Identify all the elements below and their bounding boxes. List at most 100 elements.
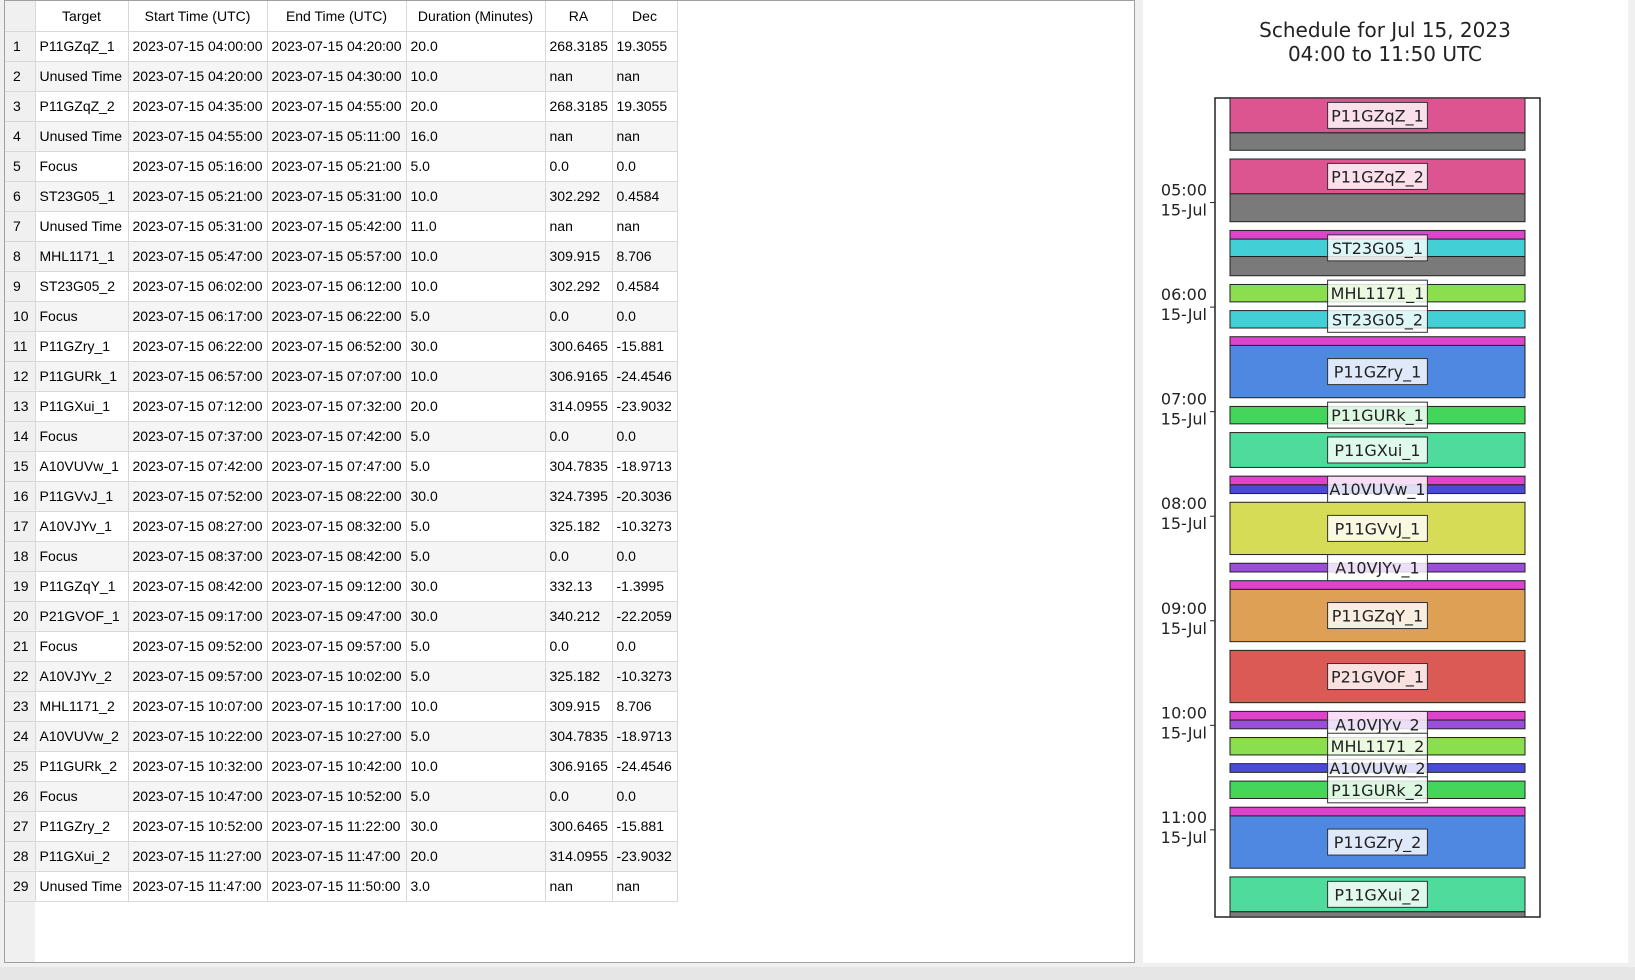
cell-end-time[interactable]: 2023-07-15 11:50:00 — [267, 871, 407, 902]
cell-start-time[interactable]: 2023-07-15 06:02:00 — [128, 271, 268, 302]
cell-ra[interactable]: 340.212 — [545, 601, 613, 632]
cell-start-time[interactable]: 2023-07-15 05:21:00 — [128, 181, 268, 212]
cell-end-time[interactable]: 2023-07-15 11:47:00 — [267, 841, 407, 872]
cell-ra[interactable]: 302.292 — [545, 181, 613, 212]
row-index[interactable]: 9 — [5, 271, 36, 302]
cell-target[interactable]: ST23G05_1 — [35, 181, 129, 212]
column-header-ra[interactable]: RA — [545, 1, 613, 32]
cell-end-time[interactable]: 2023-07-15 09:47:00 — [267, 601, 407, 632]
cell-end-time[interactable]: 2023-07-15 07:42:00 — [267, 421, 407, 452]
row-index[interactable]: 7 — [5, 211, 36, 242]
row-index[interactable]: 14 — [5, 421, 36, 452]
cell-dec[interactable]: -15.881 — [612, 811, 678, 842]
header-corner[interactable] — [5, 1, 36, 32]
cell-dec[interactable]: -24.4546 — [612, 751, 678, 782]
column-header-dec[interactable]: Dec — [612, 1, 678, 32]
table-row[interactable]: 21 Focus 2023-07-15 09:52:00 2023-07-15 09:… — [5, 631, 678, 662]
table-row[interactable]: 3 P11GZqZ_2 2023-07-15 04:35:00 2023-07-15 … — [5, 91, 678, 122]
cell-dec[interactable]: -10.3273 — [612, 511, 678, 542]
row-index[interactable]: 24 — [5, 721, 36, 752]
cell-start-time[interactable]: 2023-07-15 07:12:00 — [128, 391, 268, 422]
cell-ra[interactable]: 306.9165 — [545, 361, 613, 392]
cell-target[interactable]: P11GURk_2 — [35, 751, 129, 782]
cell-target[interactable]: MHL1171_2 — [35, 691, 129, 722]
cell-end-time[interactable]: 2023-07-15 04:20:00 — [267, 31, 407, 62]
row-index[interactable]: 13 — [5, 391, 36, 422]
cell-target[interactable]: P21GVOF_1 — [35, 601, 129, 632]
row-index[interactable]: 4 — [5, 121, 36, 152]
cell-ra[interactable]: 300.6465 — [545, 811, 613, 842]
cell-target[interactable]: Focus — [35, 301, 129, 332]
cell-duration[interactable]: 5.0 — [406, 421, 546, 452]
cell-duration[interactable]: 30.0 — [406, 331, 546, 362]
cell-ra[interactable]: 300.6465 — [545, 331, 613, 362]
cell-dec[interactable]: -22.2059 — [612, 601, 678, 632]
cell-dec[interactable]: 8.706 — [612, 241, 678, 272]
table-row[interactable]: 8 MHL1171_1 2023-07-15 05:47:00 2023-07-15 … — [5, 241, 678, 272]
cell-duration[interactable]: 10.0 — [406, 751, 546, 782]
cell-duration[interactable]: 5.0 — [406, 541, 546, 572]
cell-duration[interactable]: 10.0 — [406, 241, 546, 272]
cell-duration[interactable]: 5.0 — [406, 511, 546, 542]
cell-ra[interactable]: 324.7395 — [545, 481, 613, 512]
cell-start-time[interactable]: 2023-07-15 08:27:00 — [128, 511, 268, 542]
table-row[interactable]: 9 ST23G05_2 2023-07-15 06:02:00 2023-07-15 … — [5, 271, 678, 302]
cell-end-time[interactable]: 2023-07-15 10:02:00 — [267, 661, 407, 692]
cell-duration[interactable]: 5.0 — [406, 661, 546, 692]
cell-ra[interactable]: 0.0 — [545, 541, 613, 572]
table-row[interactable]: 16 P11GVvJ_1 2023-07-15 07:52:00 2023-07-15… — [5, 481, 678, 512]
cell-target[interactable]: P11GZry_1 — [35, 331, 129, 362]
cell-target[interactable]: P11GZqY_1 — [35, 571, 129, 602]
column-header-start-time[interactable]: Start Time (UTC) — [128, 1, 268, 32]
table-row[interactable]: 13 P11GXui_1 2023-07-15 07:12:00 2023-07-15… — [5, 391, 678, 422]
cell-dec[interactable]: -23.9032 — [612, 391, 678, 422]
cell-end-time[interactable]: 2023-07-15 09:12:00 — [267, 571, 407, 602]
cell-end-time[interactable]: 2023-07-15 10:27:00 — [267, 721, 407, 752]
cell-ra[interactable]: 302.292 — [545, 271, 613, 302]
cell-start-time[interactable]: 2023-07-15 09:52:00 — [128, 631, 268, 662]
cell-dec[interactable]: 0.0 — [612, 541, 678, 572]
table-row[interactable]: 5 Focus 2023-07-15 05:16:00 2023-07-15 05:2… — [5, 151, 678, 182]
column-header-duration[interactable]: Duration (Minutes) — [406, 1, 546, 32]
cell-dec[interactable]: -10.3273 — [612, 661, 678, 692]
table-row[interactable]: 26 Focus 2023-07-15 10:47:00 2023-07-15 10:… — [5, 781, 678, 812]
cell-start-time[interactable]: 2023-07-15 10:32:00 — [128, 751, 268, 782]
row-index[interactable]: 11 — [5, 331, 36, 362]
table-row[interactable]: 15 A10VUVw_1 2023-07-15 07:42:00 2023-07-15… — [5, 451, 678, 482]
column-header-target[interactable]: Target — [35, 1, 129, 32]
cell-dec[interactable]: -15.881 — [612, 331, 678, 362]
cell-target[interactable]: P11GVvJ_1 — [35, 481, 129, 512]
cell-start-time[interactable]: 2023-07-15 09:17:00 — [128, 601, 268, 632]
cell-end-time[interactable]: 2023-07-15 10:52:00 — [267, 781, 407, 812]
cell-dec[interactable]: -24.4546 — [612, 361, 678, 392]
cell-start-time[interactable]: 2023-07-15 06:22:00 — [128, 331, 268, 362]
cell-ra[interactable]: 0.0 — [545, 631, 613, 662]
cell-start-time[interactable]: 2023-07-15 07:42:00 — [128, 451, 268, 482]
cell-target[interactable]: A10VUVw_1 — [35, 451, 129, 482]
cell-duration[interactable]: 5.0 — [406, 151, 546, 182]
row-index[interactable]: 17 — [5, 511, 36, 542]
cell-target[interactable]: P11GURk_1 — [35, 361, 129, 392]
cell-ra[interactable]: 0.0 — [545, 151, 613, 182]
cell-start-time[interactable]: 2023-07-15 10:22:00 — [128, 721, 268, 752]
row-index[interactable]: 18 — [5, 541, 36, 572]
cell-ra[interactable]: 314.0955 — [545, 841, 613, 872]
cell-start-time[interactable]: 2023-07-15 04:55:00 — [128, 121, 268, 152]
cell-ra[interactable]: 332.13 — [545, 571, 613, 602]
cell-dec[interactable]: -18.9713 — [612, 451, 678, 482]
cell-target[interactable]: ST23G05_2 — [35, 271, 129, 302]
cell-duration[interactable]: 16.0 — [406, 121, 546, 152]
cell-ra[interactable]: 325.182 — [545, 511, 613, 542]
cell-start-time[interactable]: 2023-07-15 06:17:00 — [128, 301, 268, 332]
cell-start-time[interactable]: 2023-07-15 05:31:00 — [128, 211, 268, 242]
row-index[interactable]: 22 — [5, 661, 36, 692]
table-row[interactable]: 2 Unused Time 2023-07-15 04:20:00 2023-07-1… — [5, 61, 678, 92]
row-index[interactable]: 21 — [5, 631, 36, 662]
cell-end-time[interactable]: 2023-07-15 08:22:00 — [267, 481, 407, 512]
cell-start-time[interactable]: 2023-07-15 06:57:00 — [128, 361, 268, 392]
table-row[interactable]: 7 Unused Time 2023-07-15 05:31:00 2023-07-1… — [5, 211, 678, 242]
cell-start-time[interactable]: 2023-07-15 11:47:00 — [128, 871, 268, 902]
cell-target[interactable]: A10VUVw_2 — [35, 721, 129, 752]
cell-dec[interactable]: -23.9032 — [612, 841, 678, 872]
cell-target[interactable]: Unused Time — [35, 211, 129, 242]
